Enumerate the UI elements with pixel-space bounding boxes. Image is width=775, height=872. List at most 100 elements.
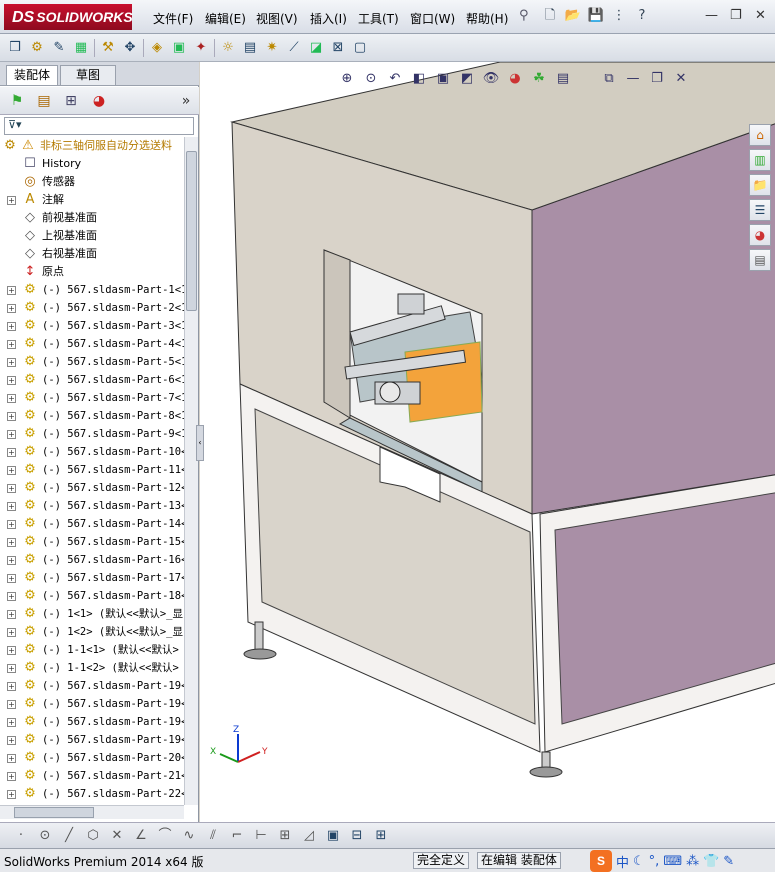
tree-item[interactable]: + ⚙ (-) 567.sldasm-Part-22< bbox=[0, 785, 184, 803]
configuration-manager-icon[interactable]: ⊞ bbox=[60, 91, 82, 111]
tree-vertical-scrollbar[interactable] bbox=[184, 137, 198, 805]
shirt-icon[interactable]: 👕 bbox=[703, 854, 719, 869]
snapshot-icon[interactable]: ▢ bbox=[351, 39, 369, 57]
expand-toggle-icon[interactable]: + bbox=[7, 772, 16, 781]
expand-toggle-icon[interactable]: + bbox=[7, 592, 16, 601]
help-icon[interactable]: ? bbox=[632, 6, 652, 26]
tree-item[interactable]: + ⚙ (-) 567.sldasm-Part-15< bbox=[0, 533, 184, 551]
expand-toggle-icon[interactable]: + bbox=[7, 574, 16, 583]
bill-of-materials-icon[interactable]: ▤ bbox=[241, 39, 259, 57]
expand-toggle-icon[interactable]: + bbox=[7, 628, 16, 637]
moon-icon[interactable]: ☾ bbox=[633, 854, 645, 869]
scroll-thumb[interactable] bbox=[14, 807, 94, 818]
pin-icon[interactable]: ⚲ bbox=[519, 8, 529, 23]
expand-toggle-icon[interactable]: + bbox=[7, 322, 16, 331]
component-pattern-icon[interactable]: ▦ bbox=[72, 39, 90, 57]
close-icon[interactable]: ✕ bbox=[755, 8, 766, 23]
display-style-icon[interactable]: ◩ bbox=[458, 70, 476, 88]
expand-toggle-icon[interactable]: + bbox=[7, 502, 16, 511]
new-motion-study-icon[interactable]: ☼ bbox=[219, 39, 237, 57]
display-manager-icon[interactable]: ◕ bbox=[88, 91, 110, 111]
solidworks-logo[interactable]: DS SOLIDWORKS bbox=[4, 4, 133, 30]
expand-toggle-icon[interactable]: + bbox=[7, 394, 16, 403]
trim-icon[interactable]: ✕ bbox=[108, 827, 126, 845]
expand-toggle-icon[interactable]: + bbox=[7, 538, 16, 547]
appearances-icon[interactable]: ◕ bbox=[749, 224, 771, 246]
slot-icon[interactable]: ⫽ bbox=[204, 827, 222, 845]
tree-item[interactable]: + ⚙ (-) 567.sldasm-Part-3<1 bbox=[0, 317, 184, 335]
insert-component-icon[interactable]: ❒ bbox=[6, 39, 24, 57]
tree-item[interactable]: + ⚙ (-) 567.sldasm-Part-7<1 bbox=[0, 389, 184, 407]
expand-toggle-icon[interactable]: + bbox=[7, 340, 16, 349]
zoom-area-icon[interactable]: ⊙ bbox=[362, 70, 380, 88]
zoom-to-fit-icon[interactable]: ⊕ bbox=[338, 70, 356, 88]
tile-vertical-icon[interactable]: ⊞ bbox=[372, 827, 390, 845]
circle-icon[interactable]: ⊙ bbox=[36, 827, 54, 845]
relation-icon[interactable]: ◿ bbox=[300, 827, 318, 845]
menu-insert[interactable]: 插入(I) bbox=[310, 10, 347, 27]
expand-chevron-icon[interactable]: » bbox=[175, 91, 197, 111]
view-palette-icon[interactable]: ☰ bbox=[749, 199, 771, 221]
show-hidden-icon[interactable]: ◈ bbox=[148, 39, 166, 57]
tree-item[interactable]: + ⚙ (-) 567.sldasm-Part-8<1 bbox=[0, 407, 184, 425]
tree-item[interactable]: + ⚙ (-) 567.sldasm-Part-20< bbox=[0, 749, 184, 767]
polygon-icon[interactable]: ⬡ bbox=[84, 827, 102, 845]
tree-item[interactable]: + ⚙ (-) 567.sldasm-Part-19< bbox=[0, 677, 184, 695]
tile-horizontal-icon[interactable]: ⊟ bbox=[348, 827, 366, 845]
cube-view-icon[interactable]: ▣ bbox=[324, 827, 342, 845]
tree-item[interactable]: + ⚙ (-) 567.sldasm-Part-1<1 bbox=[0, 281, 184, 299]
menu-edit[interactable]: 编辑(E) bbox=[205, 10, 246, 27]
tree-item[interactable]: + ⚙ (-) 1-1<2> (默认<<默认> bbox=[0, 659, 184, 677]
tree-item[interactable]: + ⚙ (-) 567.sldasm-Part-14< bbox=[0, 515, 184, 533]
angle-icon[interactable]: ∠ bbox=[132, 827, 150, 845]
expand-toggle-icon[interactable]: + bbox=[7, 646, 16, 655]
tree-item[interactable]: ↕ 原点 bbox=[0, 263, 184, 281]
viewport-close-icon[interactable]: ✕ bbox=[672, 70, 690, 88]
custom-properties-icon[interactable]: ▤ bbox=[749, 249, 771, 271]
previous-view-icon[interactable]: ↶ bbox=[386, 70, 404, 88]
pane-collapse-handle[interactable]: ‹ bbox=[196, 425, 204, 461]
new-document-icon[interactable]: 🗋 bbox=[540, 6, 560, 26]
tree-horizontal-scrollbar[interactable] bbox=[0, 805, 184, 819]
apply-scene-icon[interactable]: ☘ bbox=[530, 70, 548, 88]
ime-mode-toggle[interactable]: 中 bbox=[616, 852, 629, 871]
viewport-restore-icon[interactable]: ❐ bbox=[648, 70, 666, 88]
tab-assembly[interactable]: 装配体 bbox=[6, 65, 58, 85]
design-library-icon[interactable]: ▥ bbox=[749, 149, 771, 171]
expand-toggle-icon[interactable]: + bbox=[7, 700, 16, 709]
tree-item[interactable]: ◇ 右视基准面 bbox=[0, 245, 184, 263]
expand-toggle-icon[interactable]: + bbox=[7, 466, 16, 475]
tree-item[interactable]: ☐ History bbox=[0, 155, 184, 173]
paperclip-icon[interactable]: ✎ bbox=[50, 39, 68, 57]
tree-item[interactable]: + A 注解 bbox=[0, 191, 184, 209]
tree-item[interactable]: + ⚙ (-) 567.sldasm-Part-13< bbox=[0, 497, 184, 515]
expand-toggle-icon[interactable]: + bbox=[7, 718, 16, 727]
minimize-icon[interactable]: — bbox=[705, 8, 718, 23]
expand-toggle-icon[interactable]: + bbox=[7, 682, 16, 691]
tree-item[interactable]: + ⚙ (-) 567.sldasm-Part-9<1 bbox=[0, 425, 184, 443]
menu-file[interactable]: 文件(F) bbox=[153, 10, 193, 27]
split-view-icon[interactable]: ⧉ bbox=[600, 70, 618, 88]
smart-fasteners-icon[interactable]: ⚒ bbox=[99, 39, 117, 57]
feature-manager-icon[interactable]: ⚑ bbox=[6, 91, 28, 111]
assembly-features-icon[interactable]: ▣ bbox=[170, 39, 188, 57]
expand-toggle-icon[interactable]: + bbox=[7, 736, 16, 745]
file-explorer-icon[interactable]: 📁 bbox=[749, 174, 771, 196]
viewport-minimize-icon[interactable]: — bbox=[624, 70, 642, 88]
menu-window[interactable]: 窗口(W) bbox=[410, 10, 455, 27]
tree-item[interactable]: + ⚙ (-) 567.sldasm-Part-10< bbox=[0, 443, 184, 461]
menu-tools[interactable]: 工具(T) bbox=[358, 10, 399, 27]
tree-item[interactable]: + ⚙ (-) 567.sldasm-Part-11< bbox=[0, 461, 184, 479]
view-orientation-icon[interactable]: ▣ bbox=[434, 70, 452, 88]
arc-icon[interactable]: ⌒ bbox=[156, 827, 174, 845]
tree-item[interactable]: + ⚙ (-) 567.sldasm-Part-17< bbox=[0, 569, 184, 587]
filter-field[interactable]: ⊽▾ bbox=[4, 117, 194, 135]
expand-toggle-icon[interactable]: + bbox=[7, 430, 16, 439]
open-icon[interactable]: 📂 bbox=[563, 6, 583, 26]
expand-toggle-icon[interactable]: + bbox=[7, 664, 16, 673]
graphics-area[interactable]: Z Y X ⊕ ⊙ ↶ ◧ ▣ ◩ 👁 ◕ ☘ ▤ ⧉ — ❐ ✕ ⌂ ▥ 📁 … bbox=[200, 62, 775, 822]
dimension-icon[interactable]: ⊢ bbox=[252, 827, 270, 845]
reference-geometry-icon[interactable]: ✦ bbox=[192, 39, 210, 57]
tree-root[interactable]: ⚙ ⚠ 非标三轴伺服自动分选送料 bbox=[0, 137, 184, 155]
view-settings-icon[interactable]: ▤ bbox=[554, 70, 572, 88]
